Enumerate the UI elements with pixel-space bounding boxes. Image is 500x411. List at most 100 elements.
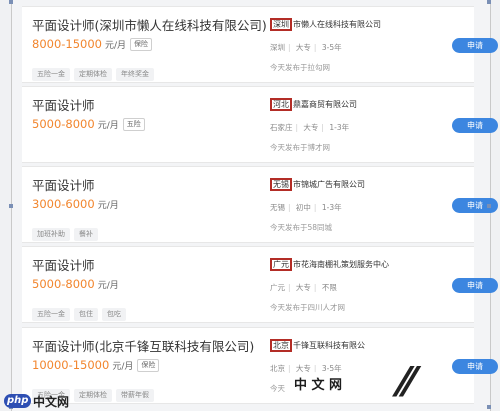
resize-handle-mid-right[interactable] (487, 204, 491, 208)
apply-button[interactable]: 申请 (452, 198, 498, 213)
watermark-right-text: 中 文 网 (288, 372, 349, 395)
job-meta: 无锡 | 初中 | 1-3年 (270, 203, 342, 212)
job-tag: 带薪年假 (116, 389, 154, 402)
resize-handle-top-left[interactable] (9, 0, 13, 4)
company-name-rest: 市懒人在线科技有限公司 (293, 20, 381, 29)
job-tag: 定期体检 (74, 68, 112, 81)
job-meta: 深圳 | 大专 | 3-5年 (270, 43, 342, 52)
job-tags: 五险一金 定期体检 年终奖金 (32, 61, 158, 81)
job-info: 平面设计师 5000-8000 元/月 五险一金 包住 包吃 (32, 247, 277, 322)
company-city-highlight: 无锡 (270, 178, 292, 191)
publish-info: 今天发布于四川人才网 (270, 303, 345, 312)
publish-info: 今天发布于博才网 (270, 143, 330, 152)
resize-handle-bottom-right[interactable] (487, 405, 491, 409)
job-salary: 3000-6000 元/月 (32, 197, 119, 211)
job-title[interactable]: 平面设计师(深圳市懒人在线科技有限公司) (32, 15, 267, 34)
company-info: 无锡 市锦城广告有限公司 无锡 | 初中 | 1-3年 今天发布于58同城 申请 (270, 167, 498, 242)
resize-handle-mid-left[interactable] (9, 204, 13, 208)
job-title[interactable]: 平面设计师 (32, 255, 95, 274)
job-tag: 加班补助 (32, 228, 70, 241)
job-salary: 5000-8000 元/月 (32, 277, 119, 291)
job-card[interactable]: 平面设计师 5000-8000 元/月 五险一金 包住 包吃 广元 市花海南棚礼策划服务… (22, 246, 498, 323)
job-education: 大专 (295, 43, 311, 52)
job-tags: 加班补助 餐补 (32, 221, 102, 241)
company-city-highlight: 广元 (270, 258, 292, 271)
php-logo: php (4, 394, 32, 408)
job-experience: 不限 (321, 283, 337, 292)
salary-unit: 元/月 (97, 201, 119, 211)
job-salary: 5000-8000 元/月 五险 (32, 117, 145, 131)
salary-range: 10000-15000 (32, 358, 110, 372)
job-city: 石家庄 (270, 123, 293, 132)
job-experience: 1-3年 (329, 123, 350, 132)
job-info: 平面设计师(深圳市懒人在线科技有限公司) 8000-15000 元/月 保险 五险一… (32, 7, 277, 82)
watermark-glyph-icon: ⁄⁄ (400, 360, 414, 406)
job-city: 深圳 (270, 43, 285, 52)
job-tag: 五险一金 (32, 68, 70, 81)
company-name-rest: 市锦城广告有限公司 (293, 180, 365, 189)
company-city-highlight: 深圳 (270, 18, 292, 31)
job-meta: 石家庄 | 大专 | 1-3年 (270, 123, 350, 132)
company-info: 深圳 市懒人在线科技有限公司 深圳 | 大专 | 3-5年 今天发布于拉勾网 申请 (270, 7, 498, 82)
job-card[interactable]: 平面设计师(深圳市懒人在线科技有限公司) 8000-15000 元/月 保险 五险一… (22, 6, 498, 83)
publish-info: 今天发布于58同城 (270, 223, 333, 232)
publish-info: 今天 (270, 384, 285, 393)
job-salary: 10000-15000 元/月 保险 (32, 358, 160, 372)
job-experience: 3-5年 (321, 43, 342, 52)
job-title[interactable]: 平面设计师 (32, 95, 95, 114)
resize-handle-top-right[interactable] (487, 0, 491, 4)
job-info: 平面设计师 5000-8000 元/月 五险 (32, 87, 277, 162)
company-name[interactable]: 无锡 市锦城广告有限公司 (270, 178, 365, 191)
job-tag: 定期体检 (74, 389, 112, 402)
company-info: 河北 鼎嘉商贸有限公司 石家庄 | 大专 | 1-3年 今天发布于博才网 申请 (270, 87, 498, 162)
company-name-rest: 千锋互联科技有限公 (293, 341, 365, 350)
job-tag: 餐补 (74, 228, 98, 241)
salary-unit: 元/月 (97, 281, 119, 291)
job-card[interactable]: 平面设计师 3000-6000 元/月 加班补助 餐补 无锡 市锦城广告有限公司 无锡… (22, 166, 498, 243)
job-salary: 8000-15000 元/月 保险 (32, 37, 153, 51)
job-tag: 包吃 (102, 308, 126, 321)
company-name[interactable]: 北京 千锋互联科技有限公 (270, 339, 365, 352)
salary-range: 5000-8000 (32, 117, 95, 131)
job-education: 大专 (295, 283, 311, 292)
job-education: 大专 (303, 123, 319, 132)
job-experience: 1-3年 (321, 203, 342, 212)
job-meta: 广元 | 大专 | 不限 (270, 283, 337, 292)
job-tag: 五险一金 (32, 308, 70, 321)
salary-range: 5000-8000 (32, 277, 95, 291)
salary-unit: 元/月 (105, 41, 127, 51)
job-info: 平面设计师(北京千锋互联科技有限公司) 10000-15000 元/月 保险 五险一… (32, 328, 277, 403)
job-education: 初中 (295, 203, 311, 212)
apply-button[interactable]: 申请 (452, 359, 498, 374)
salary-range: 8000-15000 (32, 37, 102, 51)
job-city: 北京 (270, 364, 285, 373)
apply-button[interactable]: 申请 (452, 38, 498, 53)
company-name[interactable]: 深圳 市懒人在线科技有限公司 (270, 18, 381, 31)
company-name-rest: 市花海南棚礼策划服务中心 (293, 260, 389, 269)
job-tags: 五险一金 包住 包吃 (32, 301, 130, 321)
job-info: 平面设计师 3000-6000 元/月 加班补助 餐补 (32, 167, 277, 242)
job-city: 广元 (270, 283, 285, 292)
benefit-badge: 保险 (137, 359, 160, 372)
apply-button[interactable]: 申请 (452, 278, 498, 293)
company-info: 广元 市花海南棚礼策划服务中心 广元 | 大专 | 不限 今天发布于四川人才网 申请 (270, 247, 498, 322)
company-city-highlight: 北京 (270, 339, 292, 352)
salary-range: 3000-6000 (32, 197, 95, 211)
company-name-rest: 鼎嘉商贸有限公司 (293, 100, 357, 109)
salary-unit: 元/月 (97, 121, 119, 131)
job-title[interactable]: 平面设计师(北京千锋互联科技有限公司) (32, 336, 254, 355)
job-card[interactable]: 平面设计师 5000-8000 元/月 五险 河北 鼎嘉商贸有限公司 石家庄 | 大专 |… (22, 86, 498, 163)
benefit-badge: 五险 (122, 118, 145, 131)
apply-button[interactable]: 申请 (452, 118, 498, 133)
company-name[interactable]: 广元 市花海南棚礼策划服务中心 (270, 258, 389, 271)
job-title[interactable]: 平面设计师 (32, 175, 95, 194)
publish-info: 今天发布于拉勾网 (270, 63, 330, 72)
watermark-text: 中文网 (33, 395, 70, 409)
job-tag: 年终奖金 (116, 68, 154, 81)
company-name[interactable]: 河北 鼎嘉商贸有限公司 (270, 98, 357, 111)
job-city: 无锡 (270, 203, 285, 212)
benefit-badge: 保险 (130, 38, 153, 51)
job-tag: 包住 (74, 308, 98, 321)
salary-unit: 元/月 (112, 362, 134, 372)
company-city-highlight: 河北 (270, 98, 292, 111)
